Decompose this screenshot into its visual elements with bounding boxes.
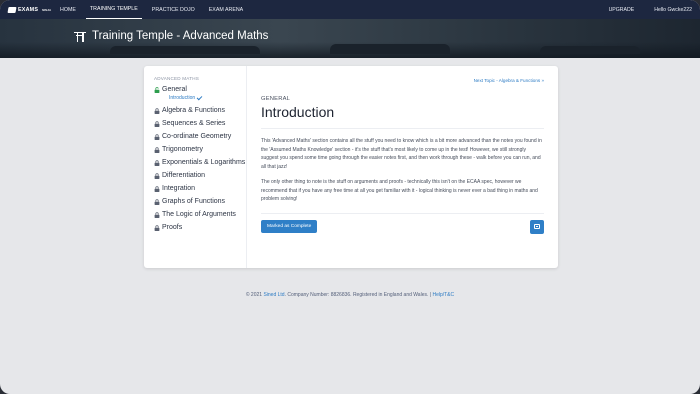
nav-training-temple[interactable]: TRAINING TEMPLE bbox=[85, 0, 142, 19]
footer: © 2021 Sined Ltd. Company Number: 882683… bbox=[0, 292, 700, 298]
footer-registration: . Company Number: 8826836. Registered in… bbox=[284, 292, 433, 298]
divider bbox=[261, 128, 544, 129]
lock-icon bbox=[154, 121, 160, 127]
sidebar-item-proofs[interactable]: Proofs bbox=[154, 224, 246, 232]
sidebar-item-graphs[interactable]: Graphs of Functions bbox=[154, 198, 246, 206]
brand-logo[interactable]: EXAMS NINJA bbox=[7, 6, 56, 13]
sidebar-item-exponentials[interactable]: Exponentials & Logarithms bbox=[154, 159, 246, 167]
lock-icon bbox=[154, 225, 160, 231]
sidebar-item-label: General bbox=[162, 86, 187, 93]
hero-banner: Training Temple - Advanced Maths bbox=[0, 19, 700, 58]
torii-gate-icon bbox=[74, 31, 86, 42]
footer-copyright: © 2021 bbox=[245, 292, 264, 298]
sidebar-item-label: Proofs bbox=[162, 224, 183, 231]
sidebar-item-label: Integration bbox=[162, 185, 196, 192]
lesson-actions: Marked as Complete bbox=[261, 212, 544, 234]
sidebar-subitem-introduction[interactable]: Introduction bbox=[169, 94, 246, 101]
notes-button[interactable] bbox=[530, 219, 544, 234]
lock-icon bbox=[154, 186, 160, 192]
temple-silhouette bbox=[110, 46, 260, 54]
graduation-cap-icon bbox=[7, 6, 17, 13]
lock-icon bbox=[154, 147, 160, 153]
sidebar-item-logic[interactable]: The Logic of Arguments bbox=[154, 211, 246, 219]
lock-icon bbox=[154, 160, 160, 166]
page-title: Training Temple - Advanced Maths bbox=[92, 30, 269, 42]
temple-silhouette bbox=[540, 46, 640, 54]
subitem-label: Introduction bbox=[169, 95, 196, 101]
nav-practice-dojo[interactable]: PRACTICE DOJO bbox=[148, 0, 199, 19]
sidebar-item-sequences[interactable]: Sequences & Series bbox=[154, 120, 246, 128]
lesson-content: Next Topic - Algebra & Functions » GENER… bbox=[247, 66, 558, 268]
app-frame: EXAMS NINJA HOME TRAINING TEMPLE PRACTIC… bbox=[0, 0, 700, 394]
top-navbar: EXAMS NINJA HOME TRAINING TEMPLE PRACTIC… bbox=[0, 0, 700, 19]
nav-exam-arena[interactable]: EXAM ARENA bbox=[205, 0, 247, 19]
sidebar-item-label: Algebra & Functions bbox=[162, 107, 226, 114]
hero-title-group: Training Temple - Advanced Maths bbox=[74, 30, 268, 42]
sidebar-item-label: The Logic of Arguments bbox=[162, 211, 236, 218]
upgrade-link[interactable]: UPGRADE bbox=[609, 7, 635, 13]
nav-right: UPGRADE Hello Gwcke222 bbox=[609, 7, 692, 13]
help-link[interactable]: Help/T&C bbox=[432, 292, 454, 298]
unlocked-icon bbox=[154, 87, 160, 93]
lock-icon bbox=[154, 173, 160, 179]
lock-icon bbox=[154, 108, 160, 114]
section-kicker: GENERAL bbox=[261, 96, 291, 102]
topic-sidebar: ADVANCED MATHS General Introduction Alge… bbox=[144, 66, 247, 268]
sidebar-item-differentiation[interactable]: Differentiation bbox=[154, 172, 246, 180]
checkmark-icon bbox=[196, 94, 203, 100]
lock-icon bbox=[154, 199, 160, 205]
nav-home[interactable]: HOME bbox=[56, 0, 80, 19]
mark-complete-button[interactable]: Marked as Complete bbox=[261, 220, 318, 234]
next-topic-link[interactable]: Next Topic - Algebra & Functions » bbox=[474, 78, 544, 83]
user-menu[interactable]: Hello Gwcke222 bbox=[654, 7, 692, 13]
company-link[interactable]: Sined Ltd bbox=[263, 292, 284, 298]
sidebar-item-trigonometry[interactable]: Trigonometry bbox=[154, 146, 246, 154]
brand-name: EXAMS bbox=[18, 6, 39, 13]
sidebar-item-label: Exponentials & Logarithms bbox=[162, 159, 246, 166]
sidebar-item-algebra[interactable]: Algebra & Functions bbox=[154, 107, 246, 115]
notes-icon bbox=[534, 224, 540, 230]
lesson-paragraph: This 'Advanced Maths' section contains a… bbox=[261, 138, 542, 171]
content-card: ADVANCED MATHS General Introduction Alge… bbox=[144, 66, 558, 268]
sidebar-item-label: Co-ordinate Geometry bbox=[162, 133, 232, 140]
sidebar-item-general[interactable]: General bbox=[154, 86, 246, 94]
lesson-title: Introduction bbox=[261, 104, 335, 120]
temple-silhouette bbox=[330, 44, 450, 54]
lock-icon bbox=[154, 212, 160, 218]
sidebar-item-label: Sequences & Series bbox=[162, 120, 226, 127]
lesson-paragraph: The only other thing to note is the stuf… bbox=[261, 178, 538, 203]
sidebar-item-label: Graphs of Functions bbox=[162, 198, 226, 205]
sidebar-item-label: Trigonometry bbox=[162, 146, 203, 153]
sidebar-item-integration[interactable]: Integration bbox=[154, 185, 246, 193]
brand-sub: NINJA bbox=[42, 7, 52, 12]
sidebar-item-coordinate-geometry[interactable]: Co-ordinate Geometry bbox=[154, 133, 246, 141]
sidebar-heading: ADVANCED MATHS bbox=[154, 76, 199, 81]
lock-icon bbox=[154, 134, 160, 140]
sidebar-item-label: Differentiation bbox=[162, 172, 206, 179]
